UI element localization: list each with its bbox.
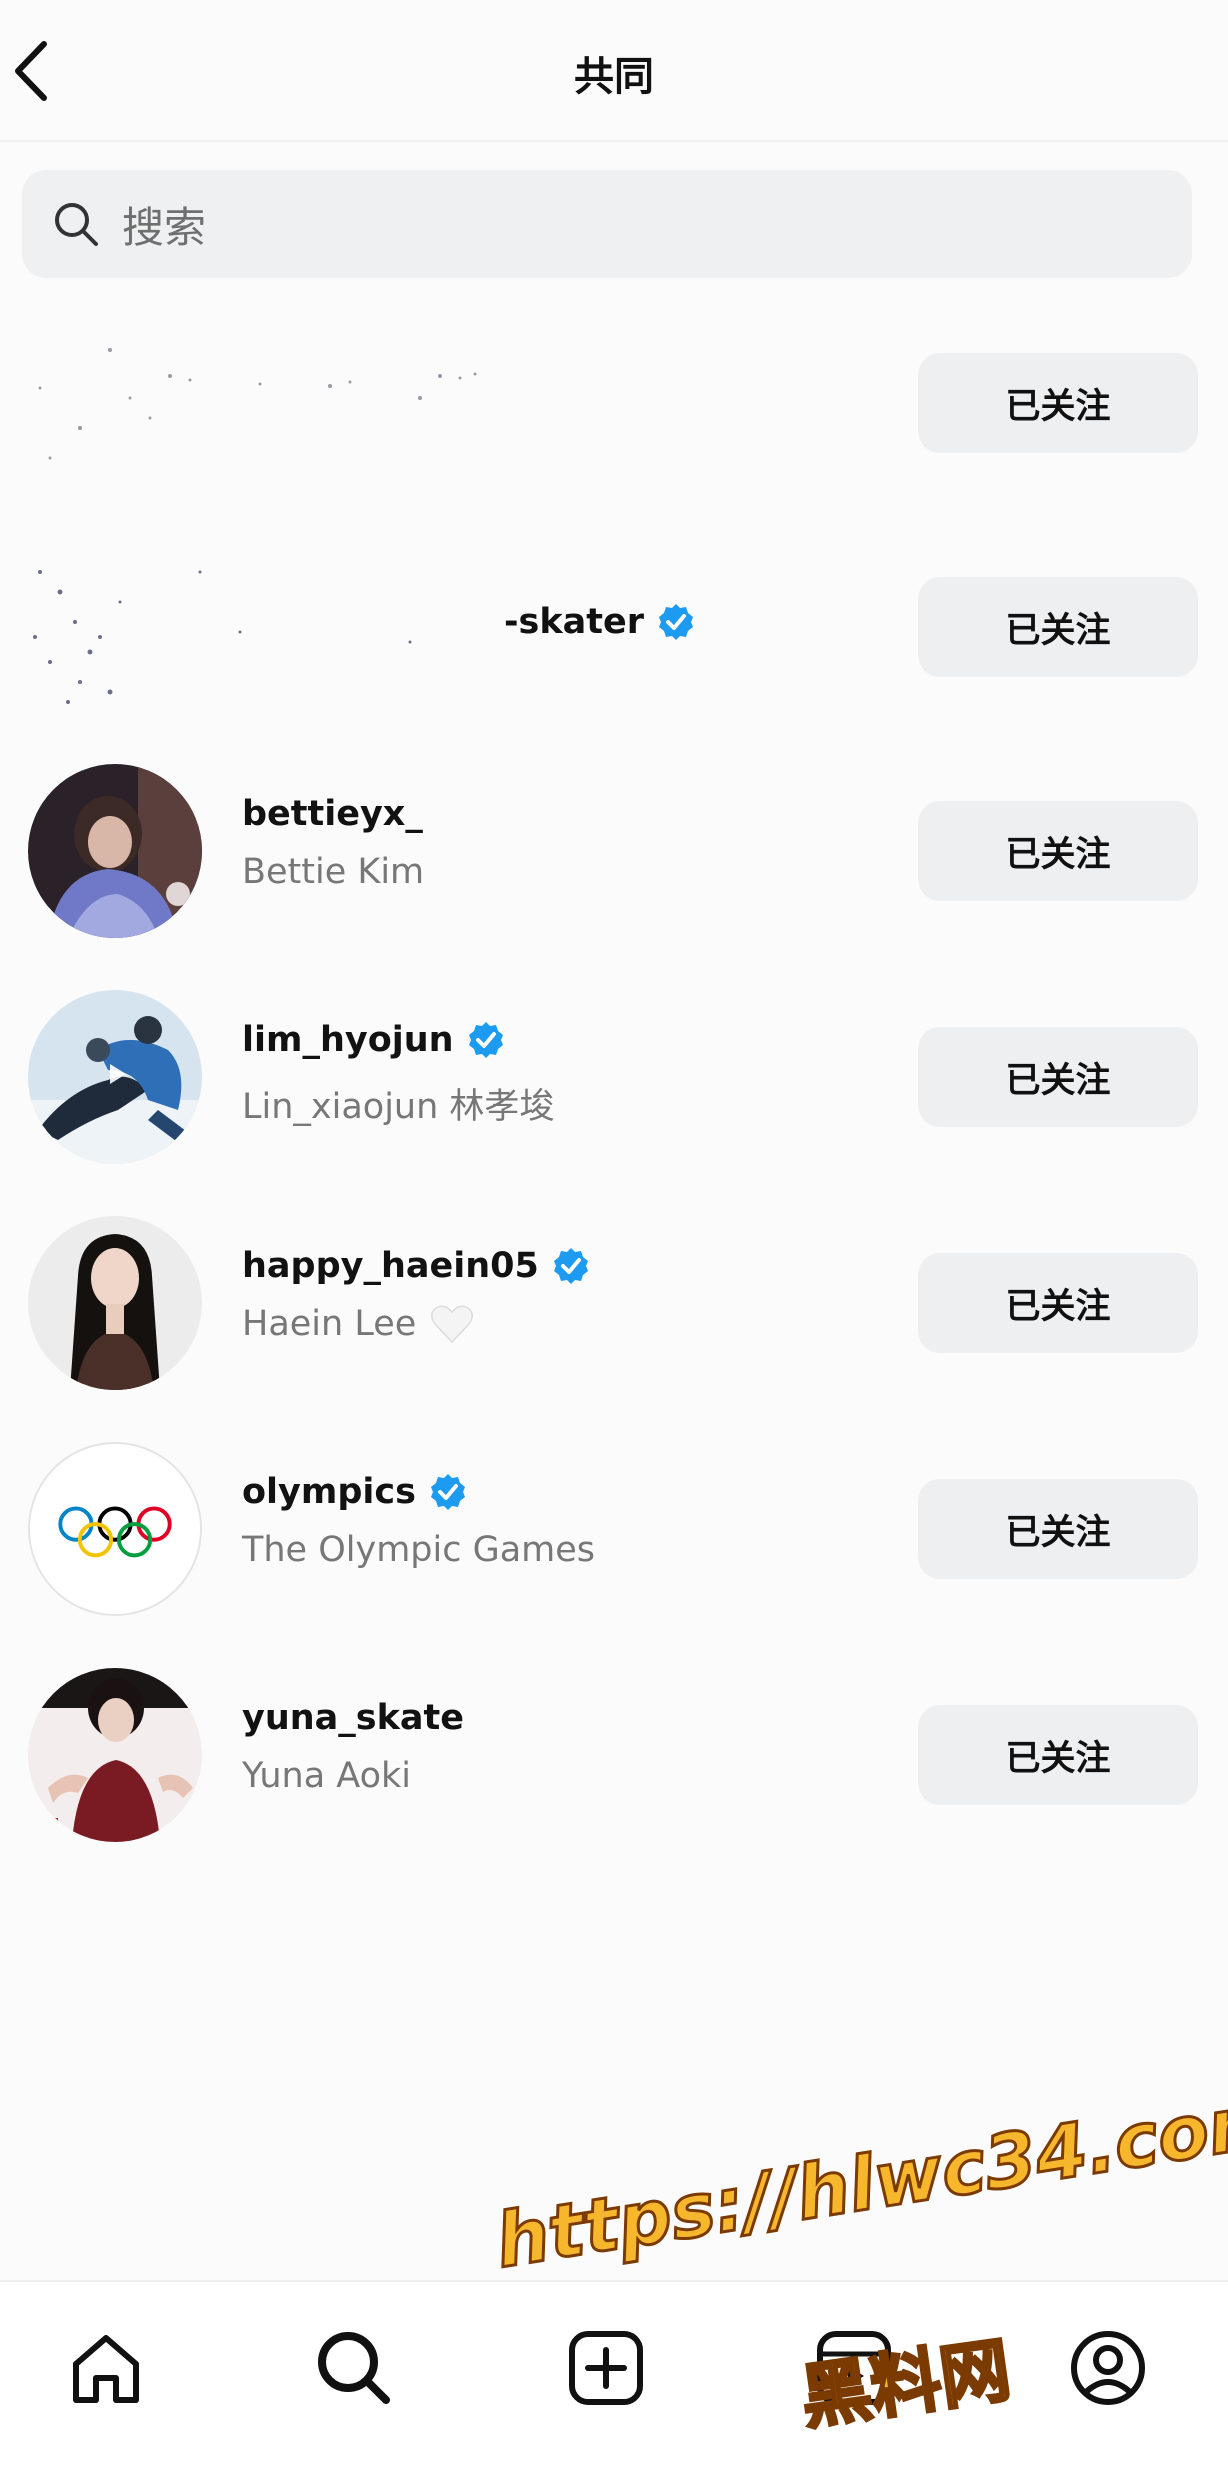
full-name-text: Haein Lee: [242, 1304, 417, 1344]
verified-badge-icon: [430, 1474, 465, 1510]
username: olympics: [242, 1472, 468, 1512]
search-icon: [55, 203, 98, 246]
avatar[interactable]: [28, 990, 202, 1164]
username-text: olympics: [242, 1472, 416, 1512]
list-item[interactable]: lim_hyojun Lin_xiaojun 林孝埈 已关注: [0, 972, 1228, 1182]
verified-badge-icon: [553, 1248, 588, 1284]
top-bar: 共同: [0, 0, 1228, 142]
home-icon[interactable]: [56, 2318, 156, 2418]
following-button[interactable]: 已关注: [918, 577, 1198, 677]
list-item[interactable]: yuna_skate Yuna Aoki 已关注: [0, 1650, 1228, 1860]
list-item[interactable]: 已关注: [0, 298, 1228, 508]
username: -skater: [504, 602, 696, 642]
search-bar[interactable]: 搜索: [22, 170, 1192, 278]
following-button[interactable]: 已关注: [918, 1705, 1198, 1805]
avatar[interactable]: [28, 1216, 202, 1390]
full-name: Bettie Kim: [242, 852, 425, 892]
username-text: lim_hyojun: [242, 1020, 454, 1060]
obscured-account-info: [38, 348, 477, 460]
watermark-url: https://hlwc34.com: [489, 2074, 1228, 2287]
username-text: -skater: [504, 602, 644, 642]
page-title: 共同: [574, 54, 654, 100]
avatar[interactable]: [28, 1668, 202, 1842]
watermark-site-name: 黑料网: [795, 2327, 1017, 2440]
following-button[interactable]: 已关注: [918, 1253, 1198, 1353]
username: happy_haein05: [242, 1246, 591, 1286]
avatar[interactable]: [28, 764, 202, 938]
obscured-avatar: [33, 570, 412, 704]
username-text: happy_haein05: [242, 1246, 539, 1286]
white-heart-icon: [431, 1305, 474, 1344]
list-item[interactable]: olympics The Olympic Games 已关注: [0, 1424, 1228, 1634]
following-button[interactable]: 已关注: [918, 353, 1198, 453]
verified-badge-icon: [468, 1022, 503, 1058]
list-item[interactable]: -skater 已关注: [0, 522, 1228, 732]
avatar[interactable]: [28, 1442, 202, 1616]
following-button[interactable]: 已关注: [918, 1479, 1198, 1579]
verified-badge-icon: [658, 604, 693, 640]
username: bettieyx_: [242, 794, 423, 834]
search-placeholder: 搜索: [122, 203, 207, 252]
username: lim_hyojun: [242, 1020, 506, 1060]
following-button[interactable]: 已关注: [918, 801, 1198, 901]
full-name: Yuna Aoki: [242, 1756, 412, 1796]
list-item[interactable]: bettieyx_ Bettie Kim 已关注: [0, 746, 1228, 956]
full-name: The Olympic Games: [242, 1530, 596, 1570]
following-button[interactable]: 已关注: [918, 1027, 1198, 1127]
search-icon[interactable]: [304, 2318, 404, 2418]
full-name: Lin_xiaojun 林孝埈: [242, 1087, 555, 1127]
watermark: https://hlwc34.com 黑料网: [489, 2074, 1228, 2441]
username: yuna_skate: [242, 1698, 464, 1738]
list-item[interactable]: happy_haein05 Haein Lee 已关注: [0, 1198, 1228, 1408]
full-name: Haein Lee: [242, 1304, 474, 1344]
